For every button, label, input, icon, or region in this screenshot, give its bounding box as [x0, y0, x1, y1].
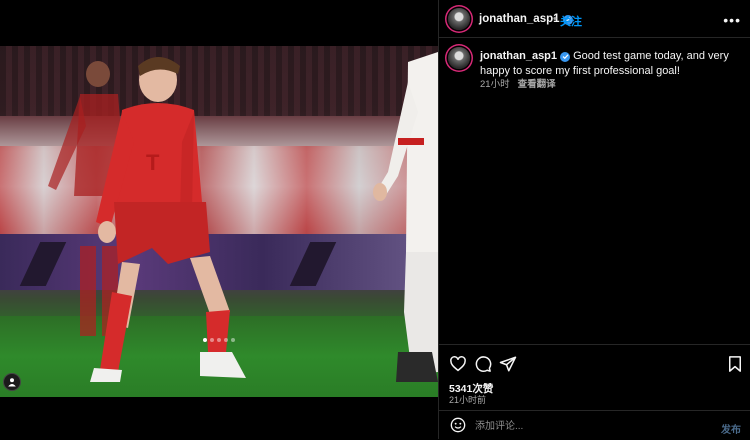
caption-meta: 21小时 查看翻译 [480, 76, 556, 90]
carousel-dot[interactable] [224, 338, 228, 342]
post-comment-button[interactable]: 发布 [721, 421, 741, 436]
author-avatar[interactable] [448, 8, 470, 30]
separator-dot: • [553, 13, 557, 25]
translate-link[interactable]: 查看翻译 [518, 79, 556, 90]
caption-username[interactable]: jonathan_asp1 [480, 50, 571, 62]
verified-badge-icon [560, 51, 571, 62]
caption-avatar[interactable] [448, 47, 470, 69]
author-username[interactable]: jonathan_asp1 [479, 13, 573, 25]
post-photo: T [0, 46, 438, 397]
carousel-dot[interactable] [217, 338, 221, 342]
post-header: jonathan_asp1 • 关注 ••• [439, 0, 750, 38]
post-media[interactable]: T [0, 0, 438, 439]
carousel-dot[interactable] [210, 338, 214, 342]
comments-panel: jonathan_asp1 • 关注 ••• jonathan_asp1 Goo… [438, 0, 750, 439]
user-tag-icon [8, 378, 16, 387]
post-timestamp: 21小时前 [449, 395, 487, 405]
user-tag-button[interactable] [3, 373, 21, 391]
bookmark-icon[interactable] [726, 355, 744, 373]
carousel-dots [0, 331, 438, 345]
carousel-dot[interactable] [231, 338, 235, 342]
comment-icon[interactable] [474, 355, 492, 373]
send-icon[interactable] [499, 355, 517, 373]
carousel-dot[interactable] [203, 338, 207, 342]
post-caption: jonathan_asp1 Good test game today, and … [480, 49, 736, 78]
comment-bar: 发布 [439, 410, 750, 440]
emoji-icon[interactable] [450, 417, 466, 433]
action-bar [439, 344, 750, 385]
more-options-button[interactable]: ••• [723, 12, 741, 28]
follow-button[interactable]: 关注 [560, 13, 582, 29]
comment-input[interactable] [473, 417, 697, 435]
heart-icon[interactable] [449, 355, 467, 373]
caption-time: 21小时 [480, 79, 510, 90]
svg-text:T: T [146, 150, 160, 175]
